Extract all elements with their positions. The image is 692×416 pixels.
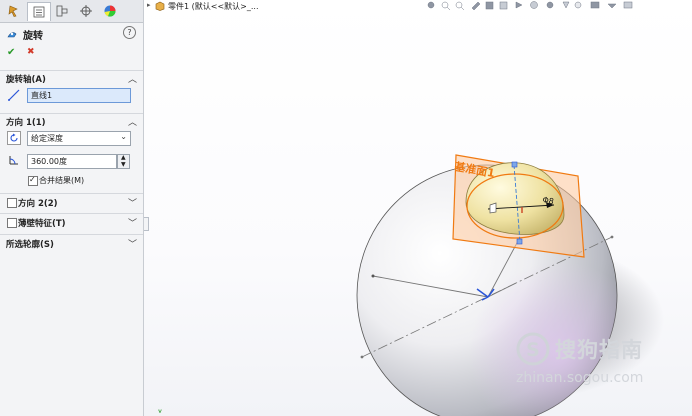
thin-feature-title: 薄壁特征(T) — [18, 219, 66, 229]
end-condition-select[interactable]: 给定深度 ⌄ — [27, 131, 131, 146]
sketch-point — [371, 274, 375, 278]
merge-result-label: 合并结果(M) — [39, 176, 85, 185]
direction1-title: 方向 1(1) — [6, 118, 46, 128]
tab-property-manager[interactable] — [27, 2, 51, 21]
configuration-icon — [56, 5, 68, 17]
angle-input[interactable] — [27, 154, 117, 169]
tab-display-manager[interactable] — [99, 2, 121, 20]
handle[interactable] — [516, 238, 523, 245]
contours-title: 所选轮廓(S) — [6, 240, 54, 250]
revolve-feature-icon — [7, 32, 17, 38]
feature-tree-icon — [8, 5, 18, 17]
appearance-pie-icon — [104, 5, 116, 17]
direction2-header[interactable]: 方向 2(2) ﹀ — [0, 193, 143, 211]
help-button[interactable]: ? — [123, 26, 136, 39]
chevron-down-icon: ﹀ — [127, 219, 137, 229]
handle[interactable] — [511, 161, 518, 168]
axis-section-header[interactable]: 旋转轴(A) ︿ — [0, 70, 143, 86]
crosshair-icon — [80, 5, 92, 17]
tab-configuration-manager[interactable] — [51, 2, 73, 20]
sogou-logo-icon: S — [516, 332, 550, 366]
property-manager-panel: 旋转 ? ✔ ✖ 旋转轴(A) ︿ 方向 1(1) ︿ 给定深度 ⌄ ▲ ▼ — [0, 0, 144, 416]
watermark: S 搜狗指南 zhinan.sogou.com — [516, 330, 692, 400]
origin-arrow-icon: ⩛ — [158, 407, 162, 415]
chevron-down-icon: ﹀ — [127, 240, 137, 250]
spin-down-icon[interactable]: ▼ — [121, 161, 126, 168]
end-condition-value: 给定深度 — [31, 134, 63, 143]
feature-header: 旋转 ? — [0, 26, 143, 42]
axis-selection-field[interactable] — [27, 88, 131, 103]
watermark-url: zhinan.sogou.com — [516, 370, 644, 386]
axis-endpoint — [610, 235, 614, 239]
direction2-title: 方向 2(2) — [18, 199, 58, 209]
axis-endpoint — [360, 355, 364, 359]
cursor-glyph — [489, 202, 497, 214]
direction2-checkbox[interactable] — [7, 198, 17, 208]
angle-spinner[interactable]: ▲ ▼ — [117, 154, 130, 169]
chevron-down-icon: ⌄ — [120, 132, 127, 141]
axis-section-title: 旋转轴(A) — [6, 75, 46, 85]
reverse-arrow-icon — [10, 133, 18, 142]
graphics-viewport[interactable]: ▸ 零件1 (默认<<默认>_... Φ8 基准面1 ⩛ S 搜狗指南 zhin… — [144, 0, 692, 416]
tab-feature-manager[interactable] — [3, 2, 25, 20]
thin-feature-header[interactable]: 薄壁特征(T) ﹀ — [0, 213, 143, 231]
manager-tab-bar — [0, 0, 143, 23]
contours-header[interactable]: 所选轮廓(S) ﹀ — [0, 234, 143, 252]
ok-button[interactable]: ✔ — [7, 47, 15, 58]
reverse-direction-button[interactable] — [7, 131, 21, 145]
chevron-up-icon: ︿ — [127, 118, 137, 128]
svg-text:S: S — [526, 339, 540, 361]
axis-line-icon — [8, 89, 20, 101]
property-list-icon — [33, 6, 45, 18]
angle-icon — [9, 156, 18, 165]
direction1-header[interactable]: 方向 1(1) ︿ — [0, 113, 143, 129]
panel-collapse-handle[interactable] — [144, 217, 149, 231]
thin-feature-checkbox[interactable] — [7, 218, 17, 228]
feature-title: 旋转 — [23, 31, 43, 42]
confirm-row: ✔ ✖ — [0, 47, 143, 61]
chevron-down-icon: ﹀ — [127, 199, 137, 209]
chevron-up-icon: ︿ — [127, 75, 137, 85]
cancel-button[interactable]: ✖ — [27, 47, 35, 57]
spin-up-icon[interactable]: ▲ — [121, 154, 126, 161]
tab-dimxpert-manager[interactable] — [75, 2, 97, 20]
merge-result-checkbox[interactable] — [28, 175, 38, 186]
watermark-brand: 搜狗指南 — [555, 338, 643, 362]
